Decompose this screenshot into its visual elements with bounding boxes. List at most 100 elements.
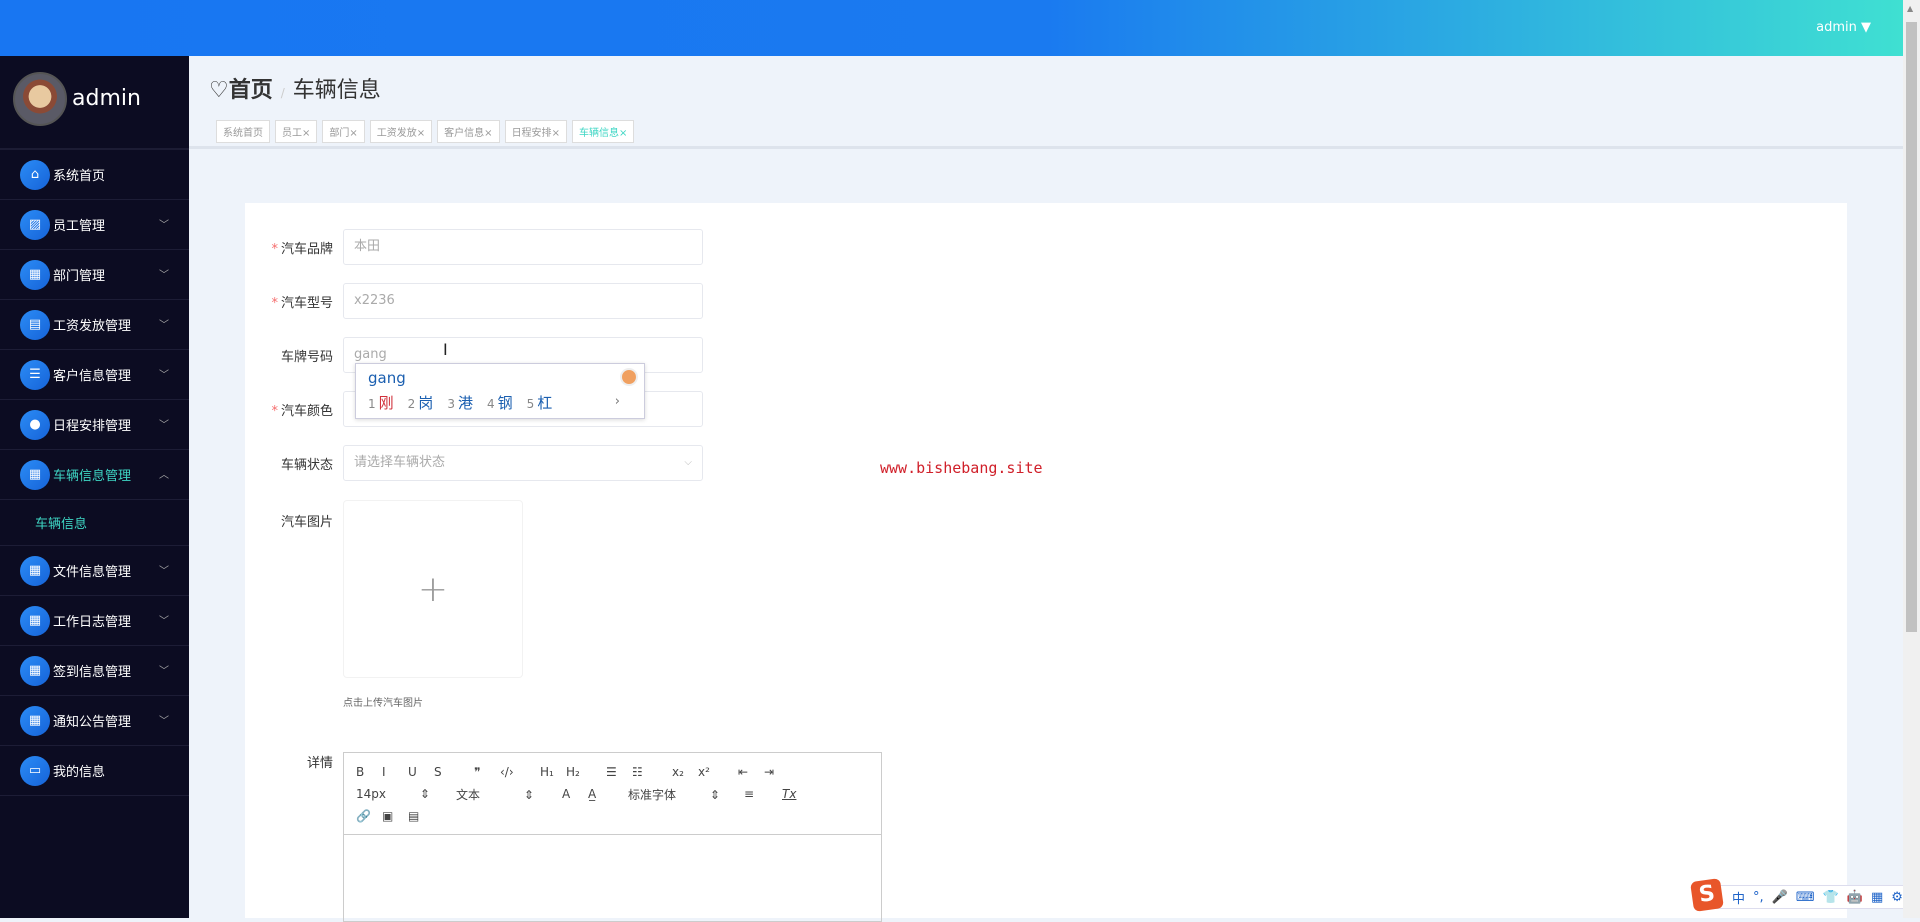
ime-candidate[interactable]: 4钢 (487, 392, 513, 413)
ime-toolbar-item[interactable]: °, (1753, 890, 1764, 905)
header-1-icon[interactable]: H₁ (540, 765, 566, 779)
block-format-select[interactable]: 文本 ⇕ (456, 786, 562, 803)
breadcrumb-separator: / (280, 86, 285, 100)
sidebar-item[interactable]: ▨ 员工管理 ﹀ (0, 200, 189, 250)
ime-candidate-popup: gang 1刚2岗3港4钢5杠 › (355, 363, 645, 419)
ime-toolbar-item[interactable]: 🎤 (1772, 890, 1788, 905)
user-menu[interactable]: admin ▼ (1816, 20, 1871, 35)
blockquote-icon[interactable]: ❞ (474, 765, 500, 779)
brand-row: * 汽车品牌 本田 (245, 229, 945, 265)
close-icon[interactable]: × (417, 128, 425, 139)
italic-icon[interactable]: I (382, 765, 408, 779)
ime-toolbar-item[interactable]: ⌨ (1796, 890, 1815, 905)
ime-candidate[interactable]: 5杠 (527, 392, 553, 413)
indent-icon[interactable]: ⇥ (764, 765, 790, 779)
grid-icon: ▦ (20, 555, 50, 586)
tag-label: 客户信息 (444, 128, 485, 139)
grid-icon: ▦ (20, 459, 50, 490)
clear-format-icon[interactable]: Tx (782, 787, 808, 801)
underline-icon[interactable]: U (408, 765, 434, 779)
close-icon[interactable]: × (619, 128, 627, 139)
header-2-icon[interactable]: H₂ (566, 765, 592, 779)
font-color-icon[interactable]: A (562, 787, 588, 801)
close-icon[interactable]: × (484, 128, 492, 139)
font-size-value: 14px (356, 787, 386, 801)
sidebar-item[interactable]: ▦ 签到信息管理 ﹀ (0, 646, 189, 696)
image-icon[interactable]: ▣ (382, 809, 408, 823)
sidebar-item-label: 文件信息管理 (53, 565, 132, 580)
sidebar-item-label: 日程安排管理 (53, 419, 132, 434)
close-icon[interactable]: × (552, 128, 560, 139)
sidebar-item[interactable]: ▭ 我的信息 (0, 746, 189, 796)
chart-icon: ▨ (20, 209, 50, 240)
tag[interactable]: 车辆信息× (571, 120, 635, 143)
image-upload[interactable]: + (343, 500, 523, 678)
close-icon[interactable]: × (302, 128, 310, 139)
candidate-char: 钢 (497, 394, 513, 412)
sidebar-item[interactable]: ⌂ 系统首页 (0, 150, 189, 200)
candidate-number: 1 (368, 397, 376, 411)
user-name: admin (1816, 20, 1857, 35)
subscript-icon[interactable]: x₂ (672, 765, 698, 779)
video-icon[interactable]: ▤ (408, 809, 434, 823)
bullet-list-icon[interactable]: ☷ (632, 765, 658, 779)
sidebar-item[interactable]: ● 日程安排管理 ﹀ (0, 400, 189, 450)
ordered-list-icon[interactable]: ☰ (606, 765, 632, 779)
tag[interactable]: 员工× (275, 120, 318, 143)
link-icon[interactable]: 🔗 (356, 809, 382, 823)
updown-icon: ⇕ (419, 787, 430, 801)
sidebar-item-label: 员工管理 (53, 219, 106, 234)
bold-icon[interactable]: B (356, 765, 382, 779)
model-label: * 汽车型号 (271, 292, 333, 311)
ime-toolbar-item[interactable]: ▦ (1871, 890, 1883, 905)
brand-input[interactable]: 本田 (343, 229, 703, 265)
tag[interactable]: 日程安排× (504, 120, 567, 143)
ime-candidate[interactable]: 1刚 (368, 392, 394, 413)
tag[interactable]: 系统首页 (216, 120, 270, 143)
strike-icon[interactable]: S (434, 765, 460, 779)
tag[interactable]: 部门× (322, 120, 365, 143)
code-icon[interactable]: ‹/› (500, 765, 526, 779)
font-size-select[interactable]: 14px ⇕ (356, 787, 456, 801)
tag[interactable]: 工资发放× (369, 120, 433, 143)
status-select[interactable]: 请选择车辆状态 ⌵ (343, 445, 703, 481)
model-input[interactable]: x2236 (343, 283, 703, 319)
ime-next-page[interactable]: › (615, 394, 620, 409)
ime-toolbar-item[interactable]: 🤖 (1847, 890, 1863, 905)
scrollbar-thumb[interactable] (1906, 22, 1917, 632)
upload-hint: 点击上传汽车图片 (343, 698, 423, 709)
scroll-up-icon[interactable]: ▲ (1907, 4, 1913, 13)
sidebar-item[interactable]: ▦ 部门管理 ﹀ (0, 250, 189, 300)
ime-toolbar-item[interactable]: 中 (1732, 888, 1745, 907)
ime-candidate[interactable]: 3港 (447, 392, 473, 413)
superscript-icon[interactable]: x² (698, 765, 724, 779)
updown-icon: ⇕ (523, 787, 534, 802)
sidebar-item-label: 部门管理 (53, 269, 106, 284)
sogou-logo-icon[interactable]: S (1690, 878, 1724, 912)
font-family-select[interactable]: 标准字体 ⇕ (628, 786, 744, 803)
breadcrumb-home[interactable]: 首页 (229, 78, 273, 103)
sidebar-item-label: 我的信息 (53, 765, 106, 780)
sidebar-item[interactable]: ▤ 工资发放管理 ﹀ (0, 300, 189, 350)
background-color-icon[interactable]: A̲ (588, 787, 628, 801)
ime-toolbar-item[interactable]: ⚙ (1891, 890, 1903, 905)
color-label-text: 汽车颜色 (280, 404, 333, 419)
sidebar-subitem[interactable]: 车辆信息 (0, 500, 189, 546)
ime-toolbar-item[interactable]: 👕 (1823, 890, 1839, 905)
align-icon[interactable]: ≡ (744, 787, 782, 801)
close-icon[interactable]: × (349, 128, 357, 139)
sidebar-item[interactable]: ▦ 车辆信息管理 ︿ (0, 450, 189, 500)
sidebar-item[interactable]: ▦ 工作日志管理 ﹀ (0, 596, 189, 646)
updown-icon: ⇕ (709, 787, 720, 802)
sidebar-item-label: 系统首页 (53, 169, 106, 184)
scrollbar[interactable]: ▲ (1903, 0, 1920, 918)
sidebar-item[interactable]: ▦ 通知公告管理 ﹀ (0, 696, 189, 746)
sidebar-item[interactable]: ☰ 客户信息管理 ﹀ (0, 350, 189, 400)
chevron-down-icon: ﹀ (159, 370, 169, 381)
text-cursor-icon: I (443, 340, 448, 359)
ime-candidate[interactable]: 2岗 (408, 392, 434, 413)
outdent-icon[interactable]: ⇤ (738, 765, 764, 779)
plate-label: 车牌号码 (281, 346, 333, 365)
sidebar-item[interactable]: ▦ 文件信息管理 ﹀ (0, 546, 189, 596)
tag[interactable]: 客户信息× (437, 120, 500, 143)
